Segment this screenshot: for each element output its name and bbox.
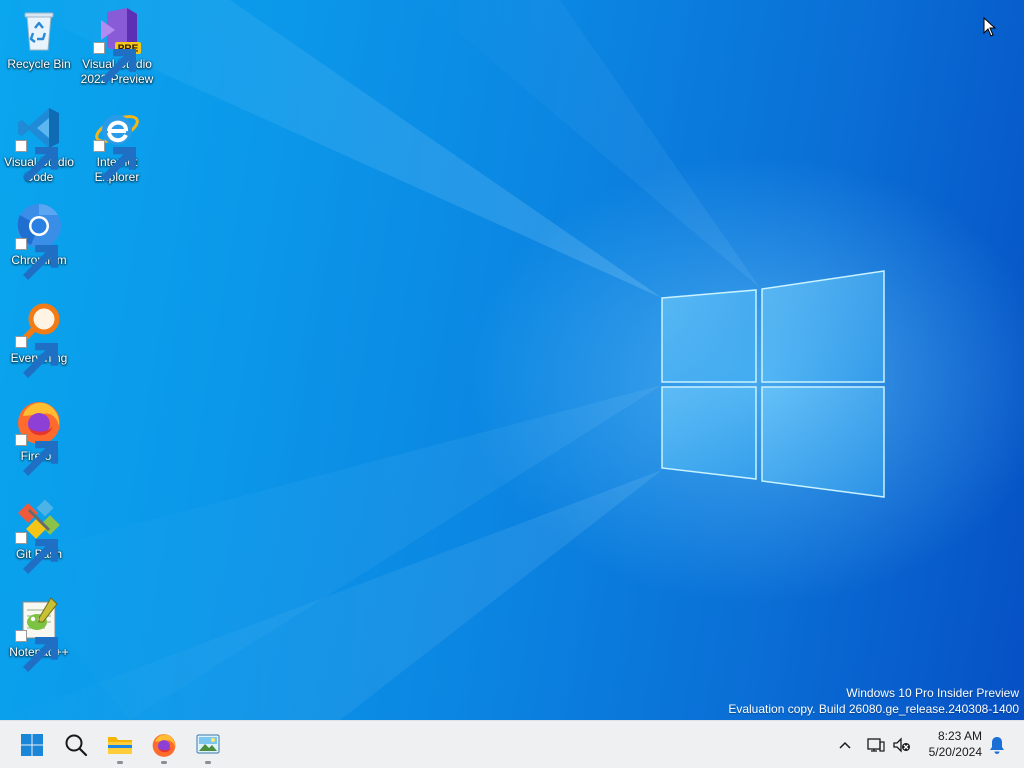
internet-explorer-desktop-icon[interactable]: Internet Explorer bbox=[78, 104, 156, 185]
watermark-build: Evaluation copy. Build 26080.ge_release.… bbox=[728, 702, 1019, 716]
network-tray-button[interactable] bbox=[864, 721, 888, 768]
everything-desktop-icon[interactable]: Everything bbox=[0, 300, 78, 378]
windows-build-watermark: Windows 10 Pro Insider Preview Evaluatio… bbox=[728, 685, 1019, 717]
notifications-button[interactable] bbox=[986, 721, 1008, 768]
firefox-taskbar-button[interactable] bbox=[144, 721, 184, 768]
recycle-bin-label: Recycle Bin bbox=[7, 57, 71, 71]
git-bash-desktop-icon[interactable]: Git Bash bbox=[0, 496, 78, 574]
shortcut-arrow-icon bbox=[93, 140, 136, 182]
shortcut-arrow-icon bbox=[93, 42, 136, 84]
visual-studio-2022-preview-desktop-icon[interactable]: PRE Visual Studio 2022 Preview bbox=[78, 6, 156, 87]
shortcut-arrow-icon bbox=[15, 336, 58, 378]
file-explorer-taskbar-button[interactable] bbox=[100, 721, 140, 768]
running-indicator bbox=[161, 761, 167, 764]
notification-bell-icon bbox=[990, 736, 1004, 754]
windows-logo-icon bbox=[21, 733, 43, 756]
chromium-desktop-icon[interactable]: Chromium bbox=[0, 202, 78, 280]
search-button[interactable] bbox=[56, 721, 96, 768]
firefox-desktop-icon[interactable]: Firefox bbox=[0, 398, 78, 476]
image-viewer-taskbar-button[interactable] bbox=[188, 721, 228, 768]
shortcut-arrow-icon bbox=[15, 532, 58, 574]
recycle-bin-icon bbox=[24, 12, 54, 51]
shortcut-arrow-icon bbox=[15, 434, 58, 476]
picture-icon bbox=[196, 733, 220, 754]
mouse-cursor-icon bbox=[983, 17, 997, 37]
running-indicator bbox=[117, 761, 123, 764]
shortcut-arrow-icon bbox=[15, 630, 58, 672]
clock-time: 8:23 AM bbox=[937, 729, 982, 743]
start-button[interactable] bbox=[12, 721, 52, 768]
desktop[interactable]: Recycle Bin PRE Visual Studio 2022 Previ… bbox=[0, 0, 1024, 720]
volume-muted-icon bbox=[893, 736, 910, 753]
folder-icon bbox=[108, 736, 132, 754]
notepad-plus-plus-desktop-icon[interactable]: Notepad++ bbox=[0, 594, 78, 672]
network-icon bbox=[867, 737, 885, 752]
firefox-icon bbox=[152, 733, 176, 757]
taskbar-clock[interactable]: 8:23 AM 5/20/2024 bbox=[929, 728, 982, 760]
search-icon bbox=[65, 734, 88, 756]
visual-studio-code-desktop-icon[interactable]: Visual Studio Code bbox=[0, 104, 78, 185]
watermark-edition: Windows 10 Pro Insider Preview bbox=[846, 686, 1019, 700]
show-hidden-icons-button[interactable] bbox=[834, 721, 856, 768]
shortcut-arrow-icon bbox=[15, 140, 58, 182]
windows-logo bbox=[661, 270, 885, 498]
volume-tray-button[interactable] bbox=[890, 721, 914, 768]
clock-date: 5/20/2024 bbox=[928, 745, 982, 759]
running-indicator bbox=[205, 761, 211, 764]
shortcut-arrow-icon bbox=[15, 238, 58, 280]
recycle-bin-desktop-icon[interactable]: Recycle Bin bbox=[0, 6, 78, 72]
taskbar: 8:23 AM 5/20/2024 bbox=[0, 720, 1024, 768]
chevron-up-icon bbox=[839, 741, 851, 749]
